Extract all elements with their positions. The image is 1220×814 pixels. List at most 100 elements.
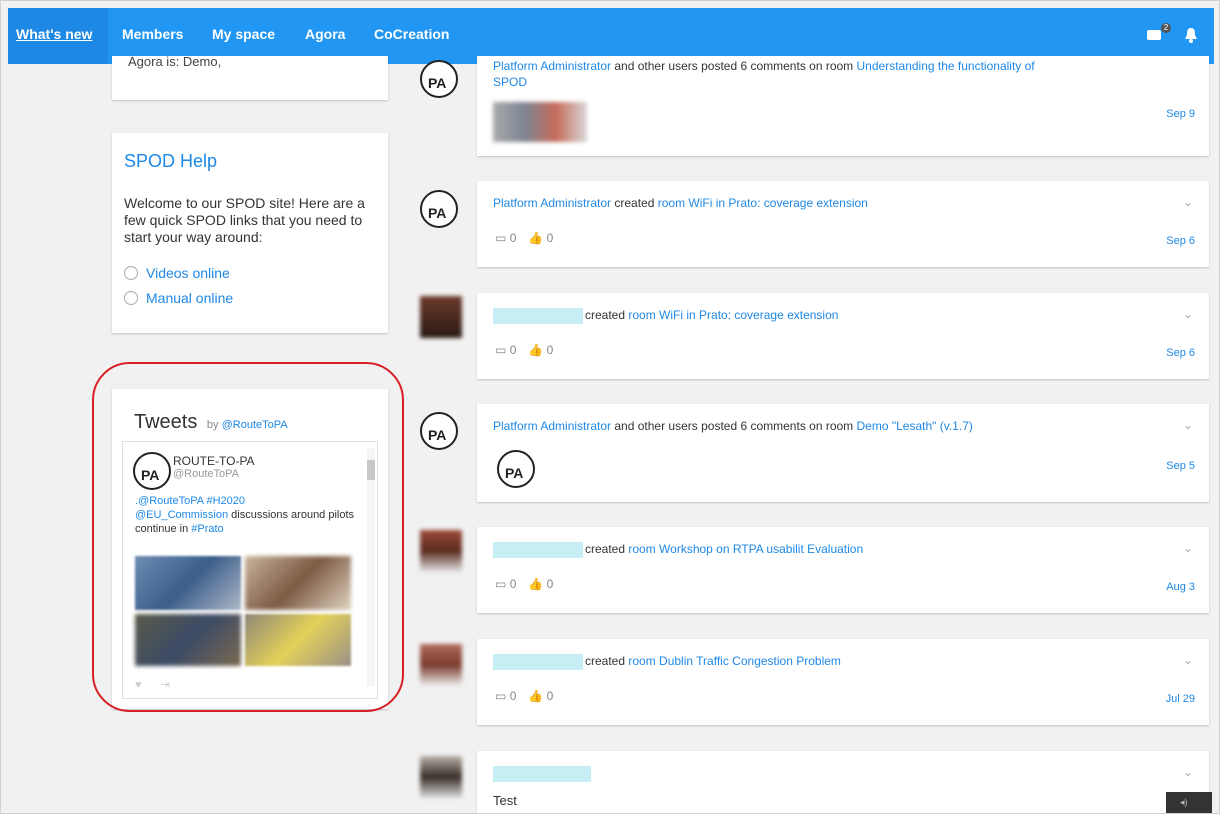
comment-icon: ▭ — [495, 343, 507, 357]
comment-count: 0 — [509, 343, 517, 357]
feed-item: Platform Administrator and other users p… — [477, 56, 1209, 156]
volume-widget[interactable]: ◂) — [1166, 792, 1212, 814]
redacted-name[interactable] — [493, 766, 591, 782]
nav-agora[interactable]: Agora — [305, 26, 345, 42]
feed-action: created — [585, 308, 629, 323]
comment-button[interactable]: ▭ 0 — [495, 343, 516, 357]
feed-actions: ▭ 0 👍 0 — [495, 231, 553, 245]
pa-logo-icon: PA — [420, 412, 458, 450]
avatar[interactable] — [420, 756, 462, 798]
avatar[interactable]: PA — [420, 190, 462, 232]
feed-item: ⌄ Test — [477, 751, 1209, 814]
manual-online-link[interactable]: Manual online — [124, 290, 233, 306]
logo-text: PA — [428, 75, 447, 91]
chevron-down-icon[interactable]: ⌄ — [1183, 195, 1193, 209]
avatar[interactable] — [420, 530, 462, 572]
feed-action: created — [585, 542, 629, 557]
videos-online-link[interactable]: Videos online — [124, 265, 230, 281]
like-count: 0 — [546, 689, 554, 703]
redacted-name[interactable] — [493, 308, 583, 324]
like-button[interactable]: 👍 0 — [528, 231, 553, 245]
avatar[interactable]: PA — [420, 60, 462, 102]
thumbs-up-icon: 👍 — [528, 577, 544, 591]
thumbs-up-icon: 👍 — [528, 231, 544, 245]
nav-whats-new[interactable]: What's new — [16, 26, 92, 42]
chevron-down-icon[interactable]: ⌄ — [1183, 307, 1193, 321]
help-title: SPOD Help — [124, 151, 218, 171]
comment-icon: ▭ — [495, 577, 507, 591]
feed-actions: ▭ 0 👍 0 — [495, 577, 553, 591]
comment-button[interactable]: ▭ 0 — [495, 577, 516, 591]
participant-avatar[interactable]: PA — [497, 450, 535, 488]
post-body: Test — [493, 793, 517, 808]
feed-action: created — [585, 654, 629, 669]
chevron-down-icon[interactable]: ⌄ — [1183, 418, 1193, 432]
avatar[interactable]: PA — [420, 412, 462, 454]
thumbs-up-icon: 👍 — [528, 343, 544, 357]
feed-action: created — [611, 196, 658, 210]
notification-badge: 2 — [1161, 23, 1171, 33]
highlight-annotation — [92, 362, 404, 712]
nav-members[interactable]: Members — [122, 26, 183, 42]
manual-online-label: Manual online — [146, 290, 234, 306]
videos-online-label: Videos online — [146, 265, 230, 281]
nav-my-space[interactable]: My space — [212, 26, 275, 42]
chevron-circle-icon — [124, 266, 138, 280]
room-link[interactable]: room WiFi in Prato: coverage extension — [658, 196, 868, 210]
like-button[interactable]: 👍 0 — [528, 689, 553, 703]
like-button[interactable]: 👍 0 — [528, 343, 553, 357]
feed-text: Platform Administrator and other users p… — [493, 58, 1053, 90]
feed-item: created room Workshop on RTPA usabilit E… — [477, 527, 1209, 613]
feed-date: Sep 5 — [1166, 460, 1195, 472]
messages-button[interactable]: 2 — [1146, 23, 1174, 43]
comment-button[interactable]: ▭ 0 — [495, 231, 516, 245]
room-link[interactable]: Demo "Lesath" (v.1.7) — [857, 419, 973, 433]
avatar[interactable] — [420, 296, 462, 338]
feed-date: Sep 9 — [1166, 108, 1195, 120]
feed-actions: ▭ 0 👍 0 — [495, 343, 553, 357]
help-text: Welcome to our SPOD site! Here are a few… — [124, 195, 365, 245]
comment-icon: ▭ — [495, 689, 507, 703]
redacted-name[interactable] — [493, 542, 583, 558]
chevron-down-icon[interactable]: ⌄ — [1183, 541, 1193, 555]
chevron-down-icon[interactable]: ⌄ — [1183, 765, 1193, 779]
logo-text: PA — [505, 465, 524, 481]
like-count: 0 — [546, 231, 554, 245]
comment-icon: ▭ — [495, 231, 507, 245]
actor-link[interactable]: Platform Administrator — [493, 196, 611, 210]
redacted-name[interactable] — [493, 654, 583, 670]
room-link[interactable]: room WiFi in Prato: coverage extension — [628, 308, 838, 322]
feed-date: Sep 6 — [1166, 235, 1195, 247]
feed-text — [493, 766, 593, 782]
feed-date: Sep 6 — [1166, 347, 1195, 359]
pa-logo-icon: PA — [420, 60, 458, 98]
feed-text: created room Dublin Traffic Congestion P… — [493, 654, 841, 670]
actor-link[interactable]: Platform Administrator — [493, 419, 611, 433]
nav-cocreation[interactable]: CoCreation — [374, 26, 449, 42]
comment-count: 0 — [509, 689, 517, 703]
comment-count: 0 — [509, 577, 517, 591]
feed-date: Aug 3 — [1166, 581, 1195, 593]
chevron-down-icon[interactable]: ⌄ — [1183, 653, 1193, 667]
actor-link[interactable]: Platform Administrator — [493, 59, 611, 73]
avatar[interactable] — [420, 644, 462, 686]
feed-text: created room WiFi in Prato: coverage ext… — [493, 308, 838, 324]
feed-item: created room Dublin Traffic Congestion P… — [477, 639, 1209, 725]
feed-actions: ▭ 0 👍 0 — [495, 689, 553, 703]
bell-icon[interactable] — [1184, 27, 1198, 43]
feed-text: Platform Administrator and other users p… — [493, 419, 973, 433]
feed-item: created room WiFi in Prato: coverage ext… — [477, 293, 1209, 379]
comment-button[interactable]: ▭ 0 — [495, 689, 516, 703]
logo-text: PA — [428, 205, 447, 221]
spod-help-card: SPOD Help Welcome to our SPOD site! Here… — [112, 133, 388, 333]
feed-text: Platform Administrator created room WiFi… — [493, 196, 868, 210]
comment-count: 0 — [509, 231, 517, 245]
feed-action: and other users posted 6 comments on roo… — [611, 59, 857, 73]
thumbs-up-icon: 👍 — [528, 689, 544, 703]
room-link[interactable]: room Workshop on RTPA usabilit Evaluatio… — [628, 542, 863, 556]
feed-item: Platform Administrator and other users p… — [477, 404, 1209, 502]
participant-avatars — [493, 102, 587, 142]
feed-text: created room Workshop on RTPA usabilit E… — [493, 542, 863, 558]
room-link[interactable]: room Dublin Traffic Congestion Problem — [628, 654, 841, 668]
like-button[interactable]: 👍 0 — [528, 577, 553, 591]
